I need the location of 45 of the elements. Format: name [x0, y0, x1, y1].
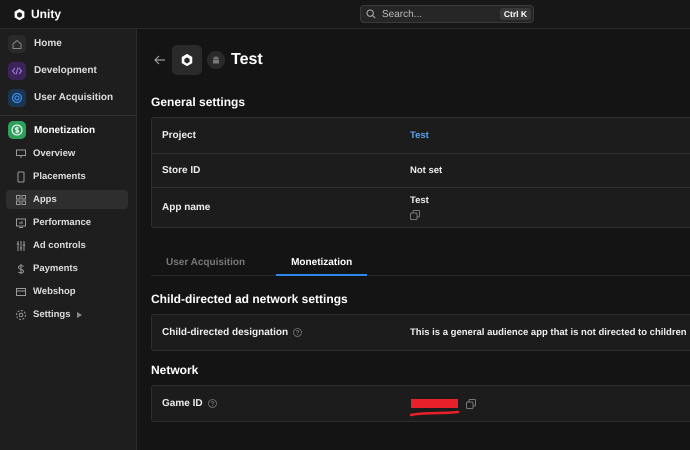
sidebar-item[interactable]: Placements [6, 167, 128, 186]
field-value: This is a general audience app that is not directed to children [410, 327, 687, 338]
tab[interactable]: Monetization [276, 252, 368, 276]
help-icon[interactable] [208, 399, 217, 408]
sidebar-item[interactable]: Ad controls [6, 236, 128, 255]
sidebar-section[interactable]: Development [0, 57, 136, 84]
field-value: Test [410, 195, 429, 206]
copy-icon[interactable] [466, 398, 476, 408]
sidebar-section[interactable]: Home [0, 30, 136, 57]
nav-icon [15, 240, 27, 252]
nav-icon [15, 170, 27, 182]
field-label: App name [162, 202, 210, 213]
sidebar-item[interactable]: Performance [6, 213, 128, 232]
sidebar-item[interactable]: Settings [6, 305, 128, 324]
field-label: Game ID [162, 398, 203, 409]
back-arrow-icon[interactable] [154, 55, 166, 65]
field-value: Not set [410, 165, 442, 176]
section-title: Child-directed ad network settings [151, 292, 349, 306]
field-label: Project [162, 130, 196, 141]
search-icon [366, 9, 376, 19]
nav-icon [15, 262, 27, 274]
help-icon[interactable] [293, 328, 302, 337]
brand-name: Unity [31, 7, 61, 21]
nav-icon [15, 286, 27, 298]
app-logo-icon [172, 45, 202, 75]
sidebar-item[interactable]: Overview [6, 144, 128, 163]
sidebar-section[interactable]: User Acquisition [0, 84, 136, 111]
sidebar-item[interactable]: Apps [6, 190, 128, 209]
product-title: Monetization [34, 124, 96, 136]
field-label: Store ID [162, 165, 200, 176]
project-link[interactable]: Test [410, 130, 429, 141]
nav-icon [15, 194, 27, 206]
page-title: Test [231, 51, 263, 69]
nav-icon [15, 148, 27, 160]
copy-icon[interactable] [410, 210, 420, 220]
section-title: Network [151, 363, 200, 377]
section-title: General settings [151, 95, 246, 109]
nav-icon [15, 308, 27, 320]
nav-icon [15, 216, 27, 228]
sidebar-item[interactable]: Webshop [6, 282, 128, 301]
tab[interactable]: User Acquisition [151, 252, 260, 276]
cube-logo-icon [13, 8, 26, 20]
field-label: Child-directed designation [162, 327, 288, 338]
sidebar-item[interactable]: Payments [6, 259, 128, 278]
shortcut-badge: Ctrl K [500, 8, 531, 20]
